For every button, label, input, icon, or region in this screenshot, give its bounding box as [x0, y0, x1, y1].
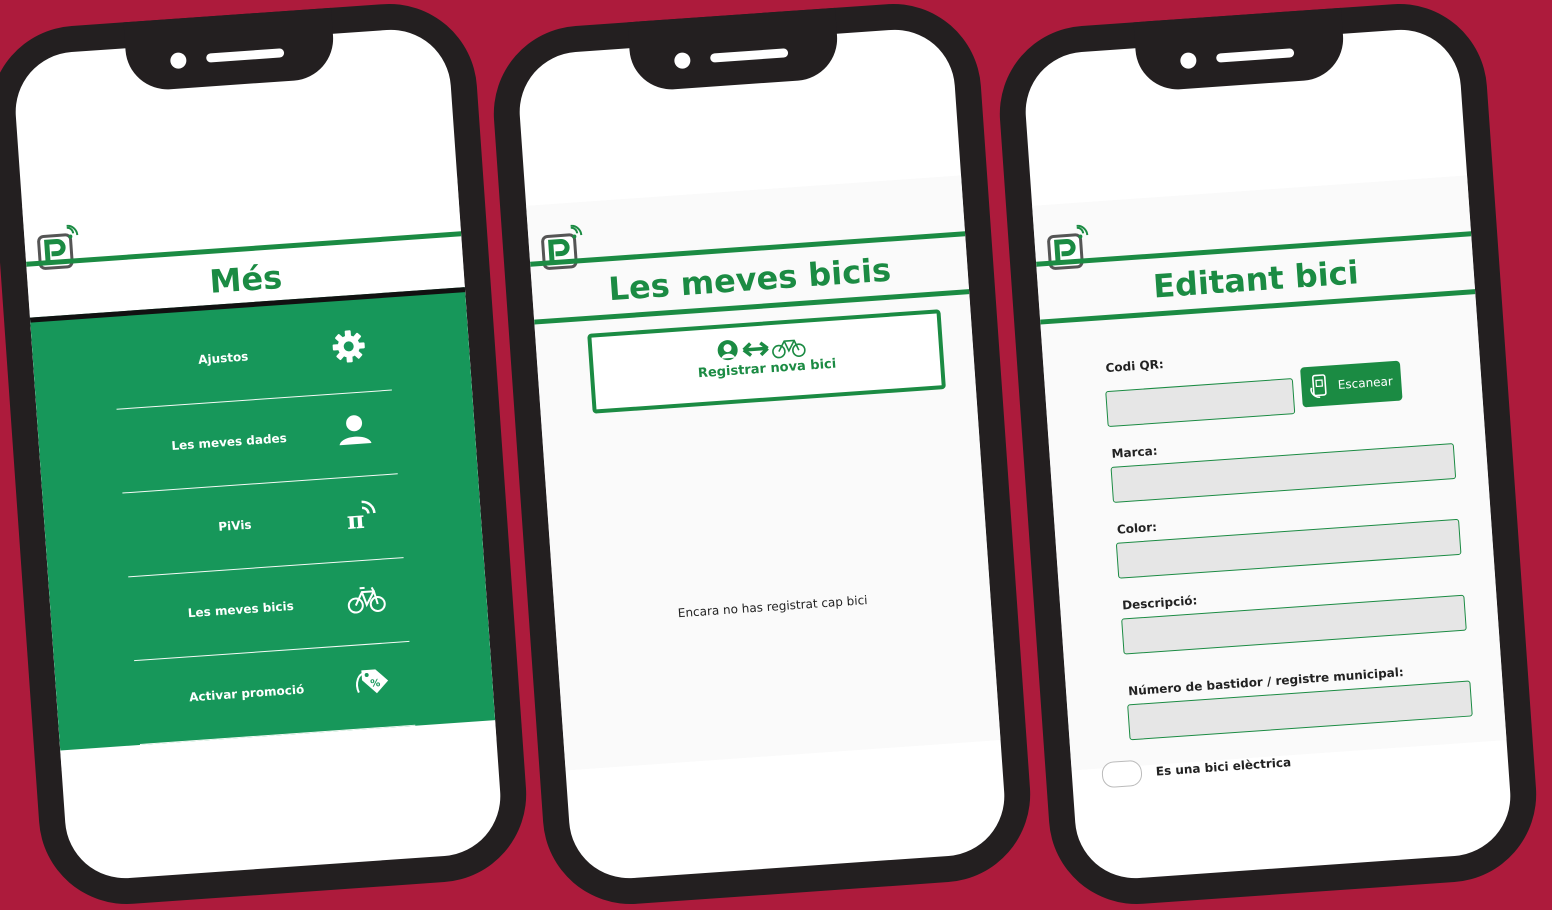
- pi-signal-icon: π: [346, 500, 376, 535]
- electric-toggle-label: Es una bici elèctrica: [1155, 755, 1292, 779]
- app-screen-edit-bike: Editant bici Codi QR: Escanear Marca: Co…: [1032, 175, 1507, 789]
- brand-group: Marca:: [1109, 423, 1457, 503]
- phone-scan-icon: [1310, 374, 1328, 398]
- menu-item-promotion[interactable]: Activar promoció %: [134, 640, 416, 745]
- menu-item-label: PiVis: [217, 517, 253, 534]
- empty-state-message: Encara no has registrat cap bici: [677, 593, 868, 621]
- register-bike-button[interactable]: Registrar nova bici: [587, 309, 946, 414]
- phone-screen: Més Ajustos Les meves dades PiVis π Les …: [11, 25, 505, 883]
- phone-screen: Editant bici Codi QR: Escanear Marca: Co…: [1021, 25, 1515, 883]
- scan-button-label: Escanear: [1337, 374, 1394, 392]
- color-group: Color:: [1114, 499, 1462, 579]
- edit-bike-form: Codi QR: Escanear Marca: Color: Descripc…: [1101, 337, 1476, 789]
- phone-edit-bike: Editant bici Codi QR: Escanear Marca: Co…: [993, 0, 1543, 910]
- user-icon: [339, 415, 372, 446]
- menu-item-label: Activar promoció: [188, 682, 305, 705]
- phone-my-bikes: Les meves bicis Registrar nova bici Enca…: [487, 0, 1037, 910]
- electric-toggle[interactable]: [1101, 759, 1143, 789]
- menu-item-label: Ajustos: [197, 349, 249, 367]
- bicycle-icon: [347, 586, 386, 614]
- qr-code-field[interactable]: [1105, 378, 1296, 428]
- menu-item-label: Les meves dades: [170, 430, 288, 454]
- gear-icon: [332, 330, 365, 363]
- electric-toggle-row: Es una bici elèctrica: [1101, 736, 1476, 789]
- frame-number-group: Número de bastidor / registre municipal:: [1126, 660, 1473, 741]
- app-screen-more: Més Ajustos Les meves dades PiVis π Les …: [22, 175, 497, 771]
- tag-percent-icon: %: [356, 669, 389, 694]
- svg-text:π: π: [346, 505, 366, 535]
- menu-item-label: Les meves bicis: [187, 598, 295, 621]
- description-group: Descripció:: [1120, 575, 1467, 655]
- phone-more: Més Ajustos Les meves dades PiVis π Les …: [0, 0, 533, 910]
- more-menu: Ajustos Les meves dades PiVis π Les meve…: [29, 287, 496, 751]
- scan-button[interactable]: Escanear: [1300, 360, 1403, 408]
- app-screen-my-bikes: Les meves bicis Registrar nova bici Enca…: [526, 175, 1001, 771]
- svg-text:%: %: [370, 678, 381, 690]
- phone-screen: Les meves bicis Registrar nova bici Enca…: [515, 25, 1009, 883]
- qr-group: Codi QR: Escanear: [1103, 337, 1451, 428]
